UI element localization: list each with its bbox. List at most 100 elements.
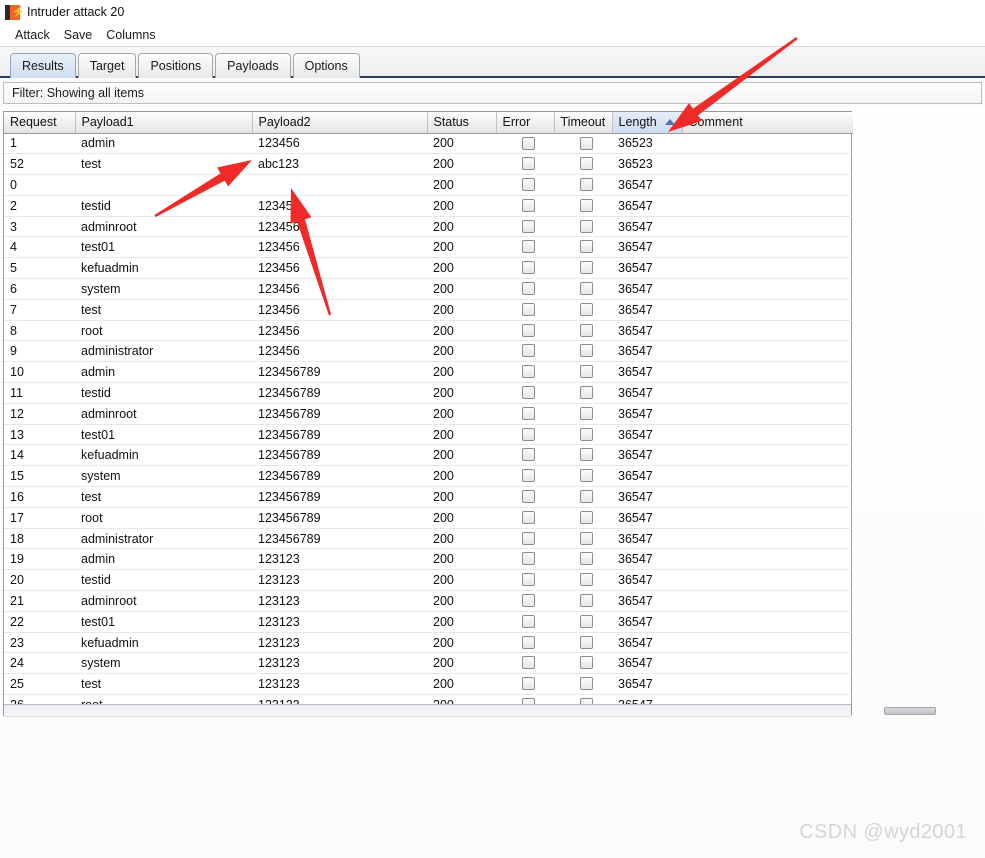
tab-options[interactable]: Options [292,53,360,78]
column-header-payload1[interactable]: Payload1 [75,112,253,134]
error-checkbox[interactable] [521,490,535,504]
column-header-payload2[interactable]: Payload2 [252,112,428,134]
table-row[interactable]: 10 admin 123456789 200 36547 [4,361,853,384]
error-checkbox[interactable] [521,178,535,192]
error-checkbox[interactable] [521,448,535,462]
table-row[interactable]: 4 test01 123456 200 36547 [4,236,853,259]
table-row[interactable]: 16 test 123456789 200 36547 [4,486,853,508]
error-checkbox[interactable] [521,219,535,233]
table-row[interactable]: 3 adminroot 123456 200 36547 [4,216,853,238]
timeout-checkbox[interactable] [579,635,593,649]
error-checkbox[interactable] [521,510,535,524]
timeout-checkbox[interactable] [579,136,593,150]
error-checkbox[interactable] [521,635,535,649]
timeout-checkbox[interactable] [579,282,593,296]
horizontal-scrollbar[interactable] [4,703,936,717]
table-row[interactable]: 18 administrator 123456789 200 36547 [4,528,853,550]
timeout-checkbox[interactable] [579,240,593,254]
table-row[interactable]: 7 test 123456 200 36547 [4,299,853,321]
table-row[interactable]: 8 root 123456 200 36547 [4,320,853,342]
timeout-checkbox[interactable] [579,365,593,379]
error-checkbox[interactable] [521,157,535,171]
timeout-checkbox[interactable] [579,427,593,441]
error-checkbox[interactable] [521,656,535,670]
table-row[interactable]: 6 system 123456 200 36547 [4,278,853,300]
table-row[interactable]: 20 testid 123123 200 36547 [4,569,853,592]
error-checkbox[interactable] [521,427,535,441]
error-checkbox[interactable] [521,386,535,400]
column-header-request[interactable]: Request [4,112,76,134]
table-row[interactable]: 21 adminroot 123123 200 36547 [4,590,853,612]
table-row[interactable]: 25 test 123123 200 36547 [4,673,853,696]
timeout-checkbox[interactable] [579,302,593,316]
timeout-checkbox[interactable] [579,573,593,587]
timeout-checkbox[interactable] [579,406,593,420]
timeout-checkbox[interactable] [579,677,593,691]
timeout-checkbox[interactable] [579,261,593,275]
table-row[interactable]: 23 kefuadmin 123123 200 36547 [4,632,853,654]
error-checkbox[interactable] [521,344,535,358]
error-checkbox[interactable] [521,573,535,587]
tab-results[interactable]: Results [10,53,76,78]
error-checkbox[interactable] [521,365,535,379]
error-checkbox[interactable] [521,552,535,566]
timeout-checkbox[interactable] [579,386,593,400]
timeout-checkbox[interactable] [579,448,593,462]
menu-item-attack[interactable]: Attack [8,26,57,44]
menu-item-columns[interactable]: Columns [99,26,162,44]
timeout-checkbox[interactable] [579,614,593,628]
error-checkbox[interactable] [521,531,535,545]
error-checkbox[interactable] [521,240,535,254]
table-row[interactable]: 0 200 36547 [4,174,853,196]
error-checkbox[interactable] [521,282,535,296]
table-row[interactable]: 22 test01 123123 200 36547 [4,611,853,633]
error-checkbox[interactable] [521,136,535,150]
error-checkbox[interactable] [521,469,535,483]
table-row[interactable]: 12 adminroot 123456789 200 36547 [4,403,853,425]
error-checkbox[interactable] [521,406,535,420]
table-row[interactable]: 5 kefuadmin 123456 200 36547 [4,257,853,280]
error-checkbox[interactable] [521,677,535,691]
table-row[interactable]: 52 test abc123 200 36523 [4,153,853,176]
table-row[interactable]: 9 administrator 123456 200 36547 [4,340,853,363]
menu-item-save[interactable]: Save [57,26,100,44]
column-header-error[interactable]: Error [496,112,555,134]
timeout-checkbox[interactable] [579,344,593,358]
timeout-checkbox[interactable] [579,510,593,524]
timeout-checkbox[interactable] [579,178,593,192]
timeout-checkbox[interactable] [579,323,593,337]
horizontal-scrollbar-thumb[interactable] [884,706,936,715]
tab-target[interactable]: Target [77,53,137,78]
timeout-checkbox[interactable] [579,552,593,566]
timeout-checkbox[interactable] [579,198,593,212]
error-checkbox[interactable] [521,594,535,608]
error-checkbox[interactable] [521,198,535,212]
timeout-checkbox[interactable] [579,656,593,670]
tab-payloads[interactable]: Payloads [215,53,291,78]
table-row[interactable]: 11 testid 123456789 200 36547 [4,382,853,404]
table-row[interactable]: 15 system 123456789 200 36547 [4,465,853,488]
column-header-status[interactable]: Status [427,112,497,134]
error-checkbox[interactable] [521,261,535,275]
timeout-checkbox[interactable] [579,594,593,608]
timeout-checkbox[interactable] [579,219,593,233]
error-checkbox[interactable] [521,302,535,316]
timeout-checkbox[interactable] [579,490,593,504]
timeout-checkbox[interactable] [579,157,593,171]
table-row[interactable]: 1 admin 123456 200 36523 [4,133,853,155]
table-row[interactable]: 2 testid 123456 200 36547 [4,195,853,217]
error-checkbox[interactable] [521,614,535,628]
timeout-checkbox[interactable] [579,531,593,545]
column-header-comment[interactable]: Comment [682,112,853,134]
column-header-timeout[interactable]: Timeout [554,112,613,134]
table-row[interactable]: 17 root 123456789 200 36547 [4,507,853,529]
table-row[interactable]: 19 admin 123123 200 36547 [4,548,853,571]
table-row[interactable]: 24 system 123123 200 36547 [4,652,853,675]
table-row[interactable]: 14 kefuadmin 123456789 200 36547 [4,444,853,467]
filter-bar[interactable]: Filter: Showing all items [3,82,982,104]
column-header-length[interactable]: Length [612,112,683,134]
tab-positions[interactable]: Positions [138,53,214,78]
table-row[interactable]: 13 test01 123456789 200 36547 [4,424,853,446]
error-checkbox[interactable] [521,323,535,337]
timeout-checkbox[interactable] [579,469,593,483]
